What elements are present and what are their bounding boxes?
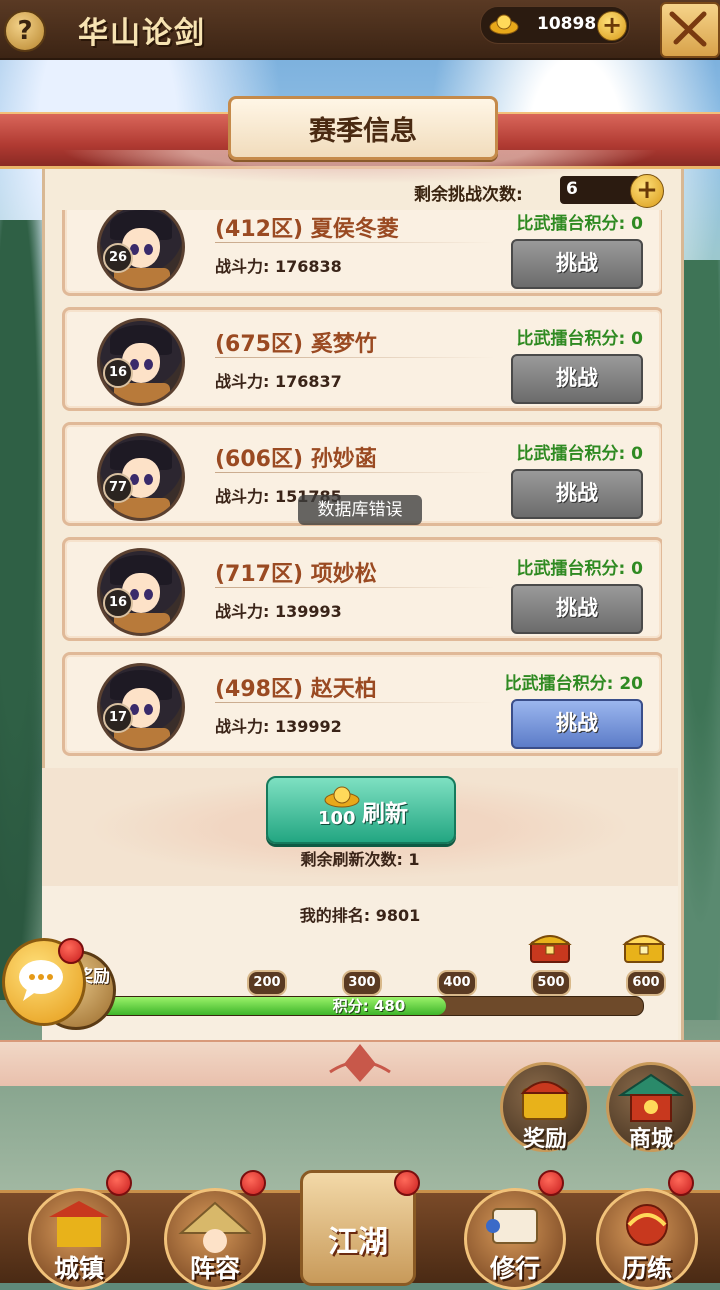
opponent-score: 比武擂台积分: 0 — [516, 214, 643, 234]
opponent-name: (606区) 孙妙菡 — [215, 447, 377, 472]
opponent-card: 17 (498区) 赵天柏 战斗力: 139992 比武擂台积分: 20 挑战 — [62, 652, 662, 756]
notification-dot — [668, 1170, 694, 1196]
opponent-name: (675区) 奚梦竹 — [215, 332, 377, 357]
gold-value: 10898 — [537, 14, 597, 34]
reward-label: 奖励 — [522, 1127, 567, 1152]
attempts-label: 剩余挑战次数: — [414, 185, 523, 205]
opponent-power: 战斗力: 176838 — [215, 257, 342, 276]
divider — [215, 242, 495, 243]
error-toast: 数据库错误 — [298, 495, 422, 525]
attempts-value: 6 — [566, 179, 578, 199]
divider — [215, 587, 495, 588]
nav-trial[interactable]: 历练 — [596, 1188, 698, 1290]
shop-label: 商城 — [628, 1127, 673, 1152]
shop-button[interactable]: 商城 — [606, 1062, 696, 1152]
opponent-score: 比武擂台积分: 20 — [504, 674, 643, 694]
top-bar: ? 华山论剑 10898 + — [0, 0, 720, 60]
opponent-power: 战斗力: 176837 — [215, 372, 342, 391]
add-gold-button[interactable]: + — [597, 11, 627, 41]
milestone-500: 500 — [531, 970, 571, 996]
score-label: 积分: 480 — [332, 997, 406, 1015]
season-info-tab: 赛季信息 — [228, 96, 498, 160]
nav-training[interactable]: 修行 — [464, 1188, 566, 1290]
treasure-chest-icon[interactable] — [622, 928, 666, 964]
milestone-200: 200 — [247, 970, 287, 996]
level-badge: 16 — [103, 358, 133, 388]
milestone-300: 300 — [342, 970, 382, 996]
notification-dot — [106, 1170, 132, 1196]
season-title: 赛季信息 — [309, 116, 417, 147]
notification-dot — [240, 1170, 266, 1196]
milestone-400: 400 — [437, 970, 477, 996]
reward-button[interactable]: 奖励 — [500, 1062, 590, 1152]
opponent-name: (412区) 夏侯冬菱 — [215, 217, 399, 242]
refresh-label: 刷新 — [362, 801, 408, 827]
divider — [215, 472, 495, 473]
divider — [215, 702, 495, 703]
close-button[interactable] — [660, 2, 720, 58]
level-badge: 16 — [103, 588, 133, 618]
my-rank: 我的排名: 9801 — [299, 906, 421, 925]
gold-ingot-icon — [324, 786, 360, 808]
opponent-power: 战斗力: 139992 — [215, 717, 342, 736]
challenge-button[interactable]: 挑战 — [511, 239, 643, 289]
notification-dot — [58, 938, 84, 964]
opponent-power: 战斗力: 139993 — [215, 602, 342, 621]
refresh-cost: 100 — [318, 808, 356, 829]
gold-ingot-icon — [489, 14, 519, 35]
opponent-score: 比武擂台积分: 0 — [516, 329, 643, 349]
divider — [215, 357, 495, 358]
milestone-600: 600 — [626, 970, 666, 996]
opponent-card: 16 (717区) 项妙松 战斗力: 139993 比武擂台积分: 0 挑战 — [62, 537, 662, 641]
refresh-remaining: 剩余刷新次数: 1 — [300, 850, 420, 869]
opponent-list[interactable]: 26 (412区) 夏侯冬菱 战斗力: 176838 比武擂台积分: 0 挑战 … — [58, 210, 662, 766]
opponent-card: 26 (412区) 夏侯冬菱 战斗力: 176838 比武擂台积分: 0 挑战 — [62, 210, 662, 296]
page-title: 华山论剑 — [78, 16, 206, 51]
opponent-score: 比武擂台积分: 0 — [516, 444, 643, 464]
nav-jianghu-label: 江湖 — [328, 1225, 388, 1260]
score-progress-bar: 积分: 480 — [94, 996, 644, 1016]
help-icon[interactable]: ? — [4, 10, 46, 52]
opponent-name: (717区) 项妙松 — [215, 562, 377, 587]
add-attempts-button[interactable]: + — [630, 174, 664, 208]
nav-town[interactable]: 城镇 — [28, 1188, 130, 1290]
challenge-button[interactable]: 挑战 — [511, 699, 643, 749]
crossed-swords-icon — [669, 11, 707, 47]
level-badge: 17 — [103, 703, 133, 733]
refresh-button[interactable]: 100 刷新 — [266, 776, 456, 844]
opponent-card: 16 (675区) 奚梦竹 战斗力: 176837 比武擂台积分: 0 挑战 — [62, 307, 662, 411]
treasure-chest-icon[interactable] — [528, 928, 572, 964]
challenge-button[interactable]: 挑战 — [511, 469, 643, 519]
notification-dot — [394, 1170, 420, 1196]
notification-dot — [538, 1170, 564, 1196]
attempts-box: 6 — [560, 176, 640, 204]
challenge-button[interactable]: 挑战 — [511, 584, 643, 634]
challenge-button[interactable]: 挑战 — [511, 354, 643, 404]
opponent-score: 比武擂台积分: 0 — [516, 559, 643, 579]
gold-currency: 10898 + — [480, 6, 630, 44]
opponent-name: (498区) 赵天柏 — [215, 677, 377, 702]
nav-lineup[interactable]: 阵容 — [164, 1188, 266, 1290]
level-badge: 77 — [103, 473, 133, 503]
level-badge: 26 — [103, 243, 133, 273]
